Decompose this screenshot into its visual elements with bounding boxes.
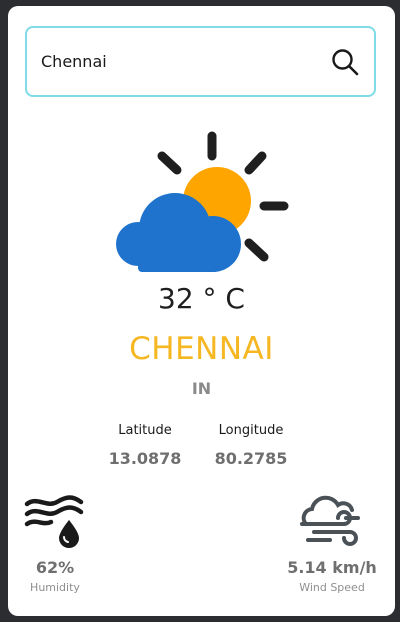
wind-label: Wind Speed xyxy=(299,581,365,594)
search-icon[interactable] xyxy=(330,47,360,77)
wind-icon xyxy=(300,495,360,546)
city-name: CHENNAI xyxy=(129,331,274,367)
longitude-label: Longitude xyxy=(218,423,284,438)
search-input[interactable] xyxy=(41,42,311,80)
humidity-stat: 62% Humidity xyxy=(18,494,92,594)
weather-card: 32 ° C CHENNAI IN Latitude 13.0878 Longi… xyxy=(8,6,395,616)
longitude-block: Longitude 80.2785 xyxy=(191,423,311,468)
wind-stat: 5.14 km/h Wind Speed xyxy=(282,494,382,594)
country-code: IN xyxy=(191,379,212,398)
latitude-block: Latitude 13.0878 xyxy=(85,423,205,468)
partly-cloudy-icon xyxy=(116,131,289,272)
latitude-value: 13.0878 xyxy=(108,449,182,468)
humidity-value: 62% xyxy=(35,558,75,577)
search-button[interactable] xyxy=(330,47,360,77)
temperature: 32 ° C xyxy=(158,282,245,315)
wind-value: 5.14 km/h xyxy=(287,558,377,577)
humidity-icon xyxy=(24,495,84,548)
search-box xyxy=(25,26,376,97)
longitude-value: 80.2785 xyxy=(214,449,288,468)
latitude-label: Latitude xyxy=(118,423,172,438)
humidity-label: Humidity xyxy=(30,581,80,594)
